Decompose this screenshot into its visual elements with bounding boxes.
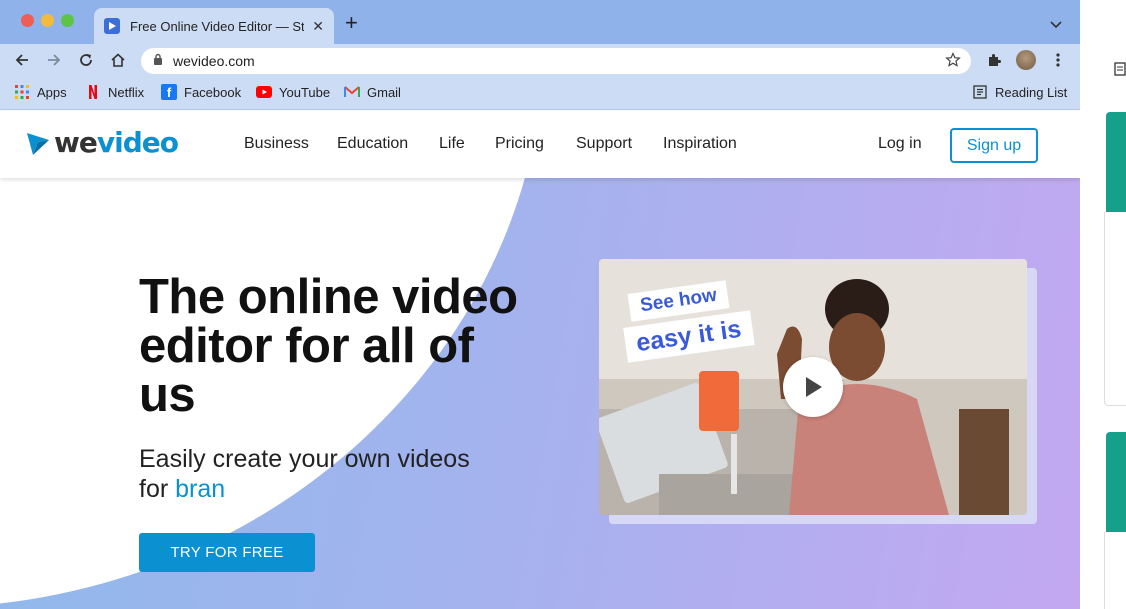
bookmark-label: Facebook <box>184 84 242 100</box>
try-for-free-button[interactable]: TRY FOR FREE <box>139 533 315 572</box>
bookmarks-bar: Apps Netflix f Facebook YouTube Gmail Re… <box>0 76 1080 110</box>
wevideo-logo[interactable]: wevideo <box>26 126 179 159</box>
profile-avatar[interactable] <box>1016 50 1036 70</box>
bookmark-label: Gmail <box>367 84 401 100</box>
forward-arrow-icon[interactable] <box>44 50 64 70</box>
bookmark-label: Netflix <box>108 84 145 100</box>
background-window-edge <box>1080 0 1126 609</box>
document-icon <box>1114 62 1126 81</box>
netflix-icon <box>85 84 101 100</box>
reading-list-button[interactable]: Reading List <box>972 84 1067 100</box>
logo-wordmark: wevideo <box>54 126 179 159</box>
reading-list-label: Reading List <box>995 84 1068 100</box>
card-edge-outline <box>1104 532 1126 609</box>
signup-button[interactable]: Sign up <box>950 128 1038 163</box>
login-link[interactable]: Log in <box>878 135 922 153</box>
play-button-icon[interactable] <box>783 357 843 417</box>
facebook-icon: f <box>161 84 177 100</box>
browser-toolbar: wevideo.com <box>0 44 1080 76</box>
tab-strip: Free Online Video Editor — Sta ✕ + <box>0 0 1080 44</box>
nav-business[interactable]: Business <box>244 135 309 153</box>
lock-icon <box>153 52 163 70</box>
bookmark-star-icon[interactable] <box>945 52 961 73</box>
bookmark-youtube[interactable]: YouTube <box>256 84 330 100</box>
nav-support[interactable]: Support <box>576 135 632 153</box>
nav-education[interactable]: Education <box>337 135 408 153</box>
hero-subheadline: Easily create your own videos for bran <box>139 444 499 504</box>
maximize-window-button[interactable] <box>61 14 74 27</box>
hero-section: The online video editor for all of us Ea… <box>0 178 1080 609</box>
minimize-window-button[interactable] <box>41 14 54 27</box>
nav-pricing[interactable]: Pricing <box>495 135 544 153</box>
reload-icon[interactable] <box>76 50 96 70</box>
nav-inspiration[interactable]: Inspiration <box>663 135 737 153</box>
address-bar[interactable]: wevideo.com <box>141 48 971 74</box>
bookmark-facebook[interactable]: f Facebook <box>161 84 241 100</box>
wevideo-logo-arrow-icon <box>27 132 49 155</box>
nav-life[interactable]: Life <box>439 135 465 153</box>
bookmark-label: YouTube <box>279 84 331 100</box>
tab-title: Free Online Video Editor — Sta <box>130 18 304 34</box>
tab-close-icon[interactable]: ✕ <box>312 18 324 35</box>
card-edge-outline <box>1104 212 1126 406</box>
wevideo-favicon-icon <box>104 18 120 34</box>
close-window-button[interactable] <box>21 14 34 27</box>
home-icon[interactable] <box>108 50 128 70</box>
green-card-edge <box>1106 432 1126 532</box>
browser-window: Free Online Video Editor — Sta ✕ + wevid… <box>0 0 1080 609</box>
bookmark-netflix[interactable]: Netflix <box>85 84 144 100</box>
hero-video-thumbnail[interactable]: See how easy it is <box>599 259 1027 515</box>
reading-list-icon <box>972 84 988 100</box>
tab-search-chevron-icon[interactable] <box>1050 16 1062 34</box>
more-menu-icon[interactable] <box>1048 50 1068 70</box>
bookmark-gmail[interactable]: Gmail <box>344 84 401 100</box>
extensions-puzzle-icon[interactable] <box>984 50 1004 70</box>
apps-grid-icon <box>14 84 30 100</box>
gmail-icon <box>344 84 360 100</box>
logo-we: we <box>54 126 98 159</box>
url-text: wevideo.com <box>173 53 255 69</box>
youtube-icon <box>256 84 272 100</box>
green-card-edge <box>1106 112 1126 212</box>
bookmark-label: Apps <box>37 84 67 100</box>
browser-tab[interactable]: Free Online Video Editor — Sta ✕ <box>94 8 334 44</box>
back-arrow-icon[interactable] <box>12 50 32 70</box>
hero-headline: The online video editor for all of us <box>139 270 518 422</box>
logo-video: video <box>96 126 179 159</box>
bookmark-apps[interactable]: Apps <box>14 84 67 100</box>
new-tab-button[interactable]: + <box>345 12 358 34</box>
site-header: wevideo Business Education Life Pricing … <box>0 111 1080 178</box>
subheadline-typed-word: bran <box>175 475 226 503</box>
